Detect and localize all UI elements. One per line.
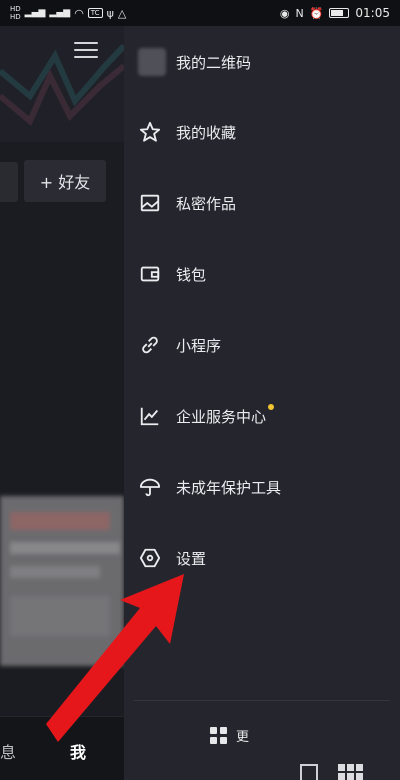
grid-icon	[210, 726, 228, 745]
menu-item-private-works[interactable]: 私密作品	[124, 175, 400, 231]
star-icon	[138, 120, 162, 144]
drawer-divider	[134, 700, 390, 701]
notification-icon: △	[117, 6, 127, 20]
private-image-icon	[138, 191, 162, 215]
hamburger-menu-icon[interactable]	[74, 42, 98, 58]
hd-bottom-label: HD	[10, 13, 21, 21]
profile-cover	[0, 26, 124, 142]
status-bar: HD HD ▂▄▆ ▂▄▆ ◠ TC ψ △ ◉ N ⏰ 01:05	[0, 0, 400, 26]
menu-item-favorites[interactable]: 我的收藏	[124, 104, 400, 160]
menu-item-minor-protection[interactable]: 未成年保护工具	[124, 459, 400, 515]
menu-item-label: 钱包	[176, 265, 207, 284]
status-left: HD HD ▂▄▆ ▂▄▆ ◠ TC ψ △	[10, 5, 126, 21]
hd-indicator: HD HD	[10, 5, 21, 21]
wallet-icon	[138, 262, 162, 286]
menu-item-label: 企业服务中心	[176, 403, 275, 427]
background-profile-page: + 好友 息 我	[0, 26, 124, 780]
menu-item-wallet[interactable]: 钱包	[124, 246, 400, 302]
scan-icon[interactable]	[300, 764, 318, 780]
hd-top-label: HD	[10, 5, 21, 13]
cover-graphic	[0, 43, 124, 126]
edit-profile-button[interactable]	[0, 162, 18, 202]
bottom-tab-bar: 息 我	[0, 716, 124, 780]
menu-item-mini-programs[interactable]: 小程序	[124, 317, 400, 373]
menu-item-qr-code[interactable]: 我的二维码	[124, 34, 400, 90]
menu-item-label: 未成年保护工具	[176, 478, 282, 497]
signal-strength-2: ▂▄▆	[49, 8, 71, 18]
app-badge: TC	[87, 8, 103, 18]
blurred-content	[0, 496, 124, 666]
status-right: ◉ N ⏰ 01:05	[280, 6, 390, 20]
apps-grid-icon[interactable]	[338, 764, 364, 780]
new-indicator-dot	[268, 403, 275, 410]
menu-item-label: 私密作品	[176, 194, 237, 213]
nfc-icon: N	[295, 6, 304, 20]
link-icon	[138, 333, 162, 357]
wifi-icon: ◠	[74, 6, 84, 20]
side-drawer: 我的二维码 我的收藏 私密作品 钱包 小程序 企业服务中心 未成年保护工具 设置…	[124, 26, 400, 780]
more-features-label: 更	[236, 730, 250, 745]
chart-line-icon	[138, 404, 162, 428]
menu-item-label: 我的二维码	[176, 53, 252, 72]
eye-icon: ◉	[279, 6, 290, 20]
menu-item-enterprise-service[interactable]: 企业服务中心	[124, 388, 400, 444]
hexagon-settings-icon	[138, 546, 162, 570]
umbrella-icon	[138, 475, 162, 499]
qr-avatar-thumb	[138, 48, 166, 76]
menu-item-label: 设置	[176, 549, 207, 568]
menu-item-label: 我的收藏	[176, 123, 237, 142]
menu-item-label: 小程序	[176, 336, 222, 355]
enterprise-label-text: 企业服务中心	[176, 407, 267, 426]
usb-icon: ψ	[106, 6, 114, 20]
clock: 01:05	[355, 6, 390, 20]
add-friend-button[interactable]: + 好友	[24, 160, 106, 202]
alarm-icon: ⏰	[309, 6, 324, 20]
tab-messages[interactable]: 息	[0, 739, 16, 763]
more-features-button[interactable]: 更	[210, 726, 249, 745]
menu-item-settings[interactable]: 设置	[124, 530, 400, 586]
battery-icon	[329, 8, 350, 18]
tab-me[interactable]: 我	[70, 739, 86, 763]
signal-strength-1: ▂▄▆	[24, 8, 46, 18]
bottom-corner-icons	[300, 764, 364, 780]
